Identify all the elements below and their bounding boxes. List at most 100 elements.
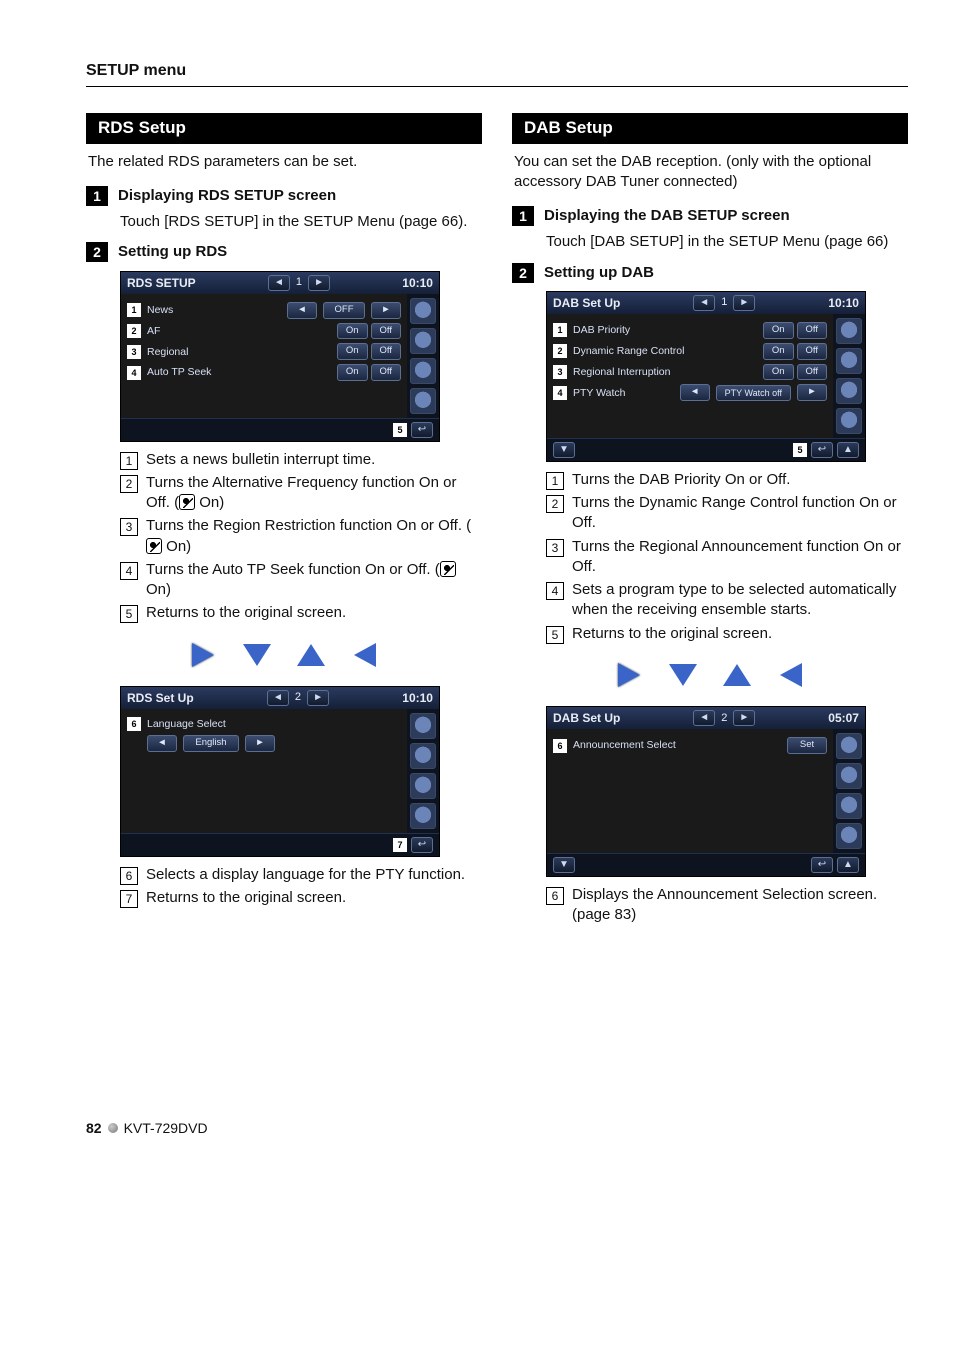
next-button[interactable] (245, 735, 275, 752)
rds-setup-heading: RDS Setup (86, 113, 482, 144)
page-indicator: 2 (721, 711, 727, 726)
item-text: Returns to the original screen. (146, 888, 482, 908)
page-indicator: 2 (295, 690, 301, 705)
side-icon[interactable] (410, 743, 436, 769)
side-icon[interactable] (836, 408, 862, 434)
row-label: Regional (147, 345, 331, 359)
row-label: Dynamic Range Control (573, 344, 757, 358)
num-box-5: 5 (120, 605, 138, 623)
row-label: AF (147, 324, 331, 338)
item-text: Returns to the original screen. (572, 624, 908, 644)
row-label: Regional Interruption (573, 365, 757, 379)
item-text: Turns the DAB Priority On or Off. (572, 470, 908, 490)
side-icon[interactable] (836, 763, 862, 789)
arrow-up-icon (289, 638, 333, 672)
callout-4: 4 (127, 366, 141, 380)
page-footer: 82 KVT-729DVD (86, 1119, 908, 1138)
prev-button[interactable] (287, 302, 317, 319)
callout-1: 1 (127, 303, 141, 317)
on-button[interactable]: On (763, 364, 794, 381)
item-text: Displays the Announcement Selection scre… (572, 885, 908, 926)
set-button[interactable]: Set (787, 737, 827, 754)
dab-setup-screenshot-2: DAB Set Up ◄ 2 ► 05:07 6 Announcement Se… (546, 706, 866, 877)
num-box-3: 3 (546, 539, 564, 557)
up-button[interactable]: ▲ (837, 857, 859, 873)
wrench-icon (179, 494, 195, 510)
side-icon[interactable] (836, 823, 862, 849)
side-icon[interactable] (410, 358, 436, 384)
page-prev-icon[interactable]: ◄ (693, 710, 715, 726)
num-box-4: 4 (546, 582, 564, 600)
side-icon[interactable] (836, 378, 862, 404)
row-label: DAB Priority (573, 323, 757, 337)
step-badge-1: 1 (86, 186, 108, 206)
arrow-down-icon (235, 638, 279, 672)
off-button[interactable]: Off (797, 364, 828, 381)
return-button[interactable]: ↩ (811, 442, 833, 458)
side-icon[interactable] (410, 328, 436, 354)
side-icon[interactable] (836, 733, 862, 759)
section-title: SETUP menu (86, 60, 908, 87)
up-button[interactable]: ▲ (837, 442, 859, 458)
on-button[interactable]: On (337, 323, 368, 340)
off-button[interactable]: Off (371, 343, 402, 360)
right-column: DAB Setup You can set the DAB reception.… (512, 113, 908, 929)
dab-intro: You can set the DAB reception. (only wit… (514, 152, 906, 193)
page-next-icon[interactable]: ► (307, 690, 329, 706)
num-box-6: 6 (546, 887, 564, 905)
side-icon[interactable] (410, 388, 436, 414)
page-indicator: 1 (296, 275, 302, 290)
step-label: Setting up RDS (118, 242, 227, 262)
rds-intro: The related RDS parameters can be set. (88, 152, 480, 172)
page-next-icon[interactable]: ► (733, 295, 755, 311)
on-button[interactable]: On (337, 364, 368, 381)
off-button[interactable]: Off (797, 343, 828, 360)
row-label: Announcement Select (573, 738, 781, 752)
side-icon[interactable] (836, 348, 862, 374)
page-prev-icon[interactable]: ◄ (267, 690, 289, 706)
off-button[interactable]: Off (371, 364, 402, 381)
on-button[interactable]: On (763, 322, 794, 339)
wrench-icon (440, 561, 456, 577)
dab-setup-heading: DAB Setup (512, 113, 908, 144)
prev-button[interactable] (680, 384, 710, 401)
off-button[interactable]: Off (371, 323, 402, 340)
callout-2: 2 (127, 324, 141, 338)
return-button[interactable]: ↩ (411, 837, 433, 853)
page-indicator: 1 (721, 295, 727, 310)
page-prev-icon[interactable]: ◄ (268, 275, 290, 291)
side-icon[interactable] (836, 318, 862, 344)
side-icon[interactable] (410, 298, 436, 324)
side-icon[interactable] (836, 793, 862, 819)
clock: 10:10 (402, 690, 433, 706)
item-text: Selects a display language for the PTY f… (146, 865, 482, 885)
side-icon[interactable] (410, 773, 436, 799)
down-button[interactable]: ▼ (553, 857, 575, 873)
return-button[interactable]: ↩ (811, 857, 833, 873)
down-button[interactable]: ▼ (553, 442, 575, 458)
num-box-4: 4 (120, 562, 138, 580)
side-icon[interactable] (410, 803, 436, 829)
prev-button[interactable] (147, 735, 177, 752)
step-body: Touch [RDS SETUP] in the SETUP Menu (pag… (120, 212, 482, 232)
on-button[interactable]: On (763, 343, 794, 360)
next-button[interactable] (371, 302, 401, 319)
page-next-icon[interactable]: ► (308, 275, 330, 291)
step-label: Displaying the DAB SETUP screen (544, 206, 790, 226)
rds-setup-screenshot-2: RDS Set Up ◄ 2 ► 10:10 6 Language Select (120, 686, 440, 857)
off-button[interactable]: Off (797, 322, 828, 339)
page-next-icon[interactable]: ► (733, 710, 755, 726)
left-column: RDS Setup The related RDS parameters can… (86, 113, 482, 929)
callout-6: 6 (127, 717, 141, 731)
screen-title: DAB Set Up (553, 295, 620, 311)
side-icon[interactable] (410, 713, 436, 739)
num-box-3: 3 (120, 518, 138, 536)
next-button[interactable] (797, 384, 827, 401)
on-button[interactable]: On (337, 343, 368, 360)
return-button[interactable]: ↩ (411, 422, 433, 438)
page-prev-icon[interactable]: ◄ (693, 295, 715, 311)
clock: 10:10 (402, 275, 433, 291)
screen-title: DAB Set Up (553, 710, 620, 726)
num-box-7: 7 (120, 890, 138, 908)
item-text: Returns to the original screen. (146, 603, 482, 623)
